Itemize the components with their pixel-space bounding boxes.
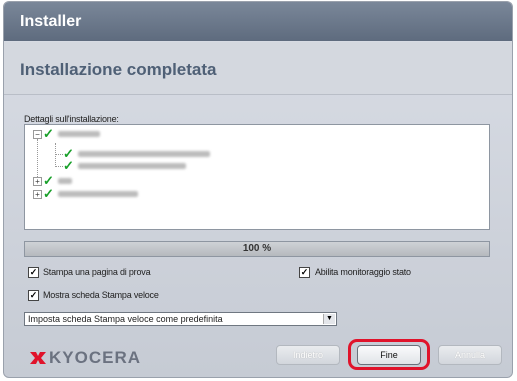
blurred-item-label bbox=[57, 178, 72, 184]
title-bar: Installer bbox=[4, 2, 512, 41]
blurred-item-label bbox=[57, 191, 138, 197]
tree-connector bbox=[37, 139, 38, 177]
enable-status-monitor-checkbox[interactable]: ✓ bbox=[299, 267, 310, 278]
enable-status-monitor-label: Abilita monitoraggio stato bbox=[315, 267, 411, 277]
progress-percent-label: 100 % bbox=[242, 243, 272, 254]
window-title: Installer bbox=[20, 13, 82, 30]
cancel-button[interactable]: Annulla bbox=[438, 345, 502, 365]
collapse-icon[interactable]: − bbox=[33, 129, 42, 139]
expand-icon[interactable]: + bbox=[33, 189, 42, 199]
tree-connector bbox=[55, 143, 56, 167]
dropdown-selected-value: Imposta scheda Stampa veloce come predef… bbox=[28, 314, 223, 324]
kyocera-logo: KYOCERA bbox=[30, 348, 141, 368]
blurred-item-label bbox=[77, 151, 210, 157]
installation-details-tree[interactable]: − ✓ ✓ ✓ + ✓ + ✓ bbox=[24, 124, 490, 230]
chevron-down-icon[interactable]: ▼ bbox=[323, 314, 335, 324]
blurred-item-label bbox=[77, 163, 186, 169]
check-icon: ✓ bbox=[63, 158, 74, 173]
install-progress-bar: 100 % bbox=[24, 241, 490, 257]
print-test-page-label: Stampa una pagina di prova bbox=[43, 267, 151, 277]
details-label: Dettagli sull'installazione: bbox=[24, 114, 119, 124]
kyocera-logo-mark bbox=[30, 352, 46, 364]
tree-connector bbox=[55, 166, 63, 167]
brand-name: KYOCERA bbox=[49, 348, 142, 367]
tree-item[interactable]: ✓ bbox=[63, 147, 210, 160]
header-bar: Installazione completata bbox=[4, 42, 512, 95]
show-quick-print-checkbox[interactable]: ✓ bbox=[28, 290, 39, 301]
blurred-item-label bbox=[57, 131, 100, 137]
tree-item[interactable]: ✓ bbox=[63, 158, 186, 173]
tree-item[interactable]: − ✓ bbox=[33, 126, 100, 141]
back-button[interactable]: Indietro bbox=[276, 345, 340, 365]
show-quick-print-label: Mostra scheda Stampa veloce bbox=[43, 290, 159, 300]
page-title: Installazione completata bbox=[20, 60, 217, 79]
expand-icon[interactable]: + bbox=[33, 176, 42, 186]
finish-button-highlight bbox=[348, 339, 430, 370]
tree-connector bbox=[55, 154, 63, 155]
quick-print-dropdown[interactable]: Imposta scheda Stampa veloce come predef… bbox=[24, 312, 337, 326]
tree-item[interactable]: + ✓ bbox=[33, 186, 138, 201]
check-icon: ✓ bbox=[43, 126, 54, 141]
check-icon: ✓ bbox=[43, 186, 54, 201]
print-test-page-checkbox[interactable]: ✓ bbox=[28, 267, 39, 278]
